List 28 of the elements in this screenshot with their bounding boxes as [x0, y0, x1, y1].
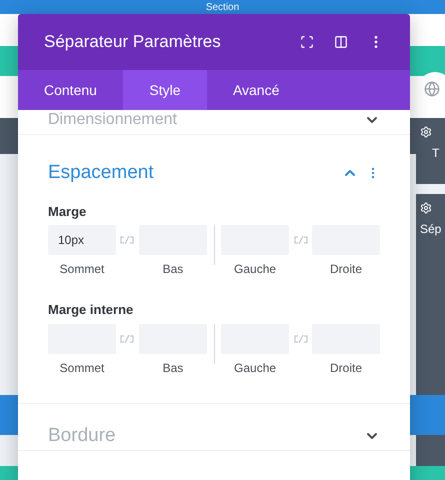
panel-title: Séparateur Paramètres: [44, 31, 222, 54]
fullscreen-icon[interactable]: [300, 35, 314, 49]
section-label: Section: [206, 2, 240, 14]
group-label: Marge interne: [48, 301, 134, 319]
tab[interactable]: Contenu: [18, 70, 123, 110]
field-caption: Sommet: [60, 360, 104, 376]
side-label: T: [431, 145, 440, 162]
link-icon[interactable]: [292, 334, 310, 344]
field-caption: Sommet: [60, 261, 104, 278]
gear-icon[interactable]: [420, 126, 432, 138]
input-field[interactable]: 10px: [48, 225, 116, 255]
columns-icon[interactable]: [334, 35, 348, 49]
link-icon[interactable]: [292, 235, 310, 245]
field-caption: Gauche: [234, 360, 276, 376]
link-icon[interactable]: [118, 334, 136, 344]
field-caption: Gauche: [234, 261, 276, 278]
side-label: Sép: [420, 221, 442, 238]
tab[interactable]: Avancé: [206, 70, 306, 110]
section-title[interactable]: Espacement: [48, 159, 342, 188]
field-caption: Bas: [162, 261, 184, 278]
field-caption: Bas: [162, 360, 184, 376]
link-icon[interactable]: [118, 235, 136, 245]
gear-icon[interactable]: [420, 202, 432, 214]
globe-icon: [424, 81, 440, 97]
field-caption: Droite: [330, 261, 362, 278]
tab[interactable]: Style: [122, 70, 207, 110]
field-caption: Droite: [330, 360, 362, 376]
group-label: Marge: [48, 202, 88, 221]
